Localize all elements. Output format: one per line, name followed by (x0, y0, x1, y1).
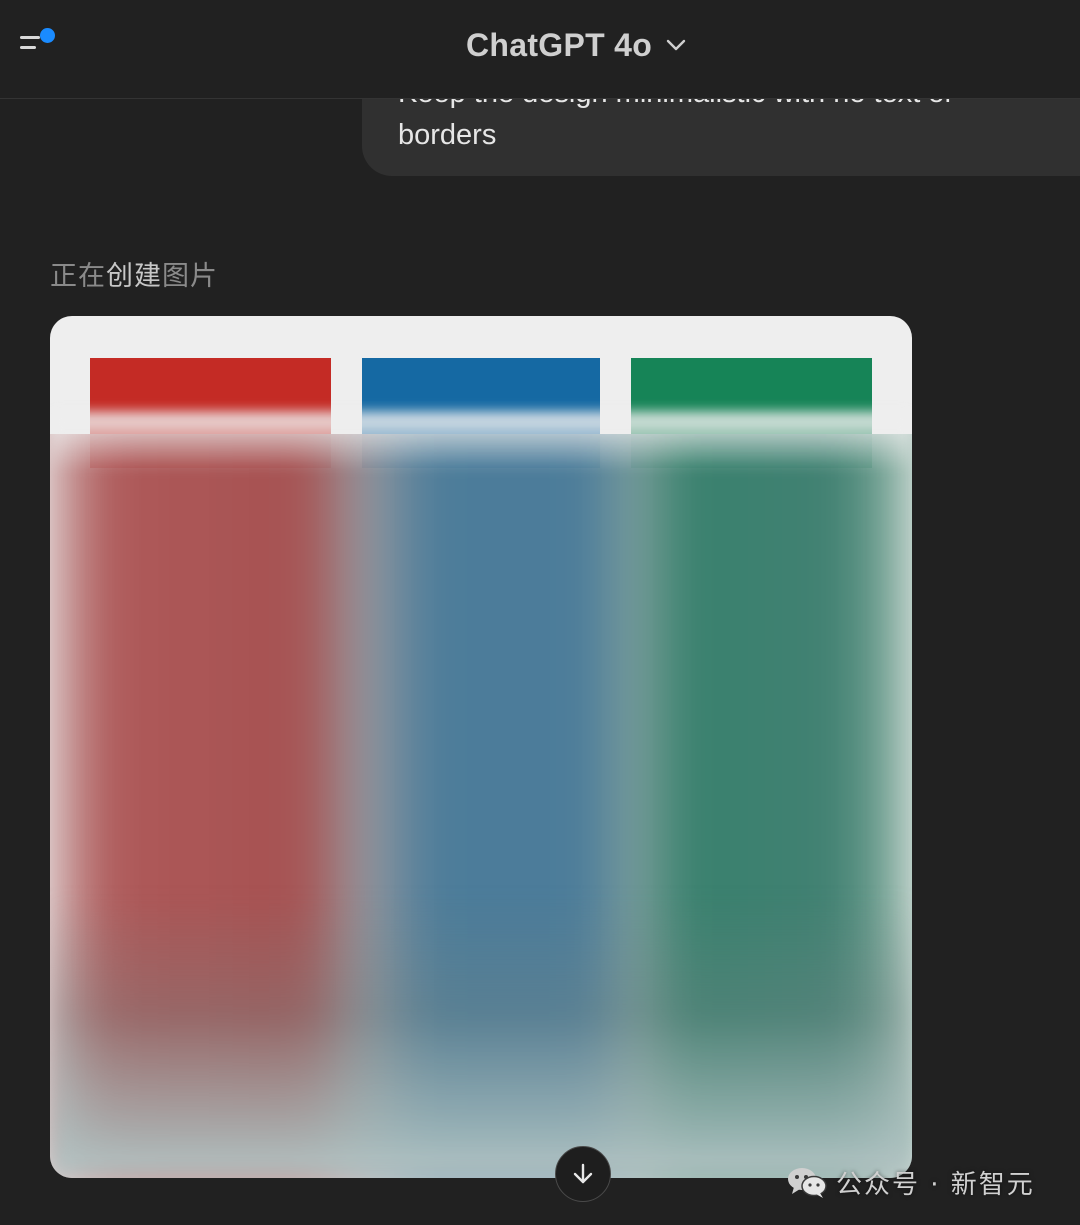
status-text-part: 正在 (50, 261, 106, 292)
wechat-icon (788, 1168, 827, 1198)
status-text-part: 图片 (162, 261, 218, 292)
blurred-loading-fade (50, 434, 912, 1178)
blur-edge (50, 412, 912, 472)
chat-window: ChatGPT 4o Keep the design minimalistic … (0, 0, 1080, 1225)
user-message-line: borders (398, 119, 497, 151)
model-title: ChatGPT 4o (466, 26, 653, 63)
watermark-text: 公众号 · 新智元 (836, 1169, 1035, 1200)
scroll-to-bottom-button[interactable] (555, 1146, 611, 1202)
menu-line (20, 36, 40, 39)
arrow-down-icon (573, 1163, 593, 1184)
watermark: 公众号 · 新智元 (786, 1160, 1035, 1204)
model-selector[interactable]: ChatGPT 4o (466, 22, 686, 68)
notification-dot (40, 28, 55, 43)
image-generation-status: 正在创建图片 (50, 254, 218, 293)
status-text-highlight: 创建 (106, 261, 162, 292)
menu-line (20, 46, 36, 49)
top-bar: ChatGPT 4o (0, 0, 1080, 99)
chevron-down-icon (666, 39, 686, 51)
sidebar-menu-button[interactable] (16, 26, 60, 62)
generated-image-preview[interactable] (50, 316, 912, 1178)
